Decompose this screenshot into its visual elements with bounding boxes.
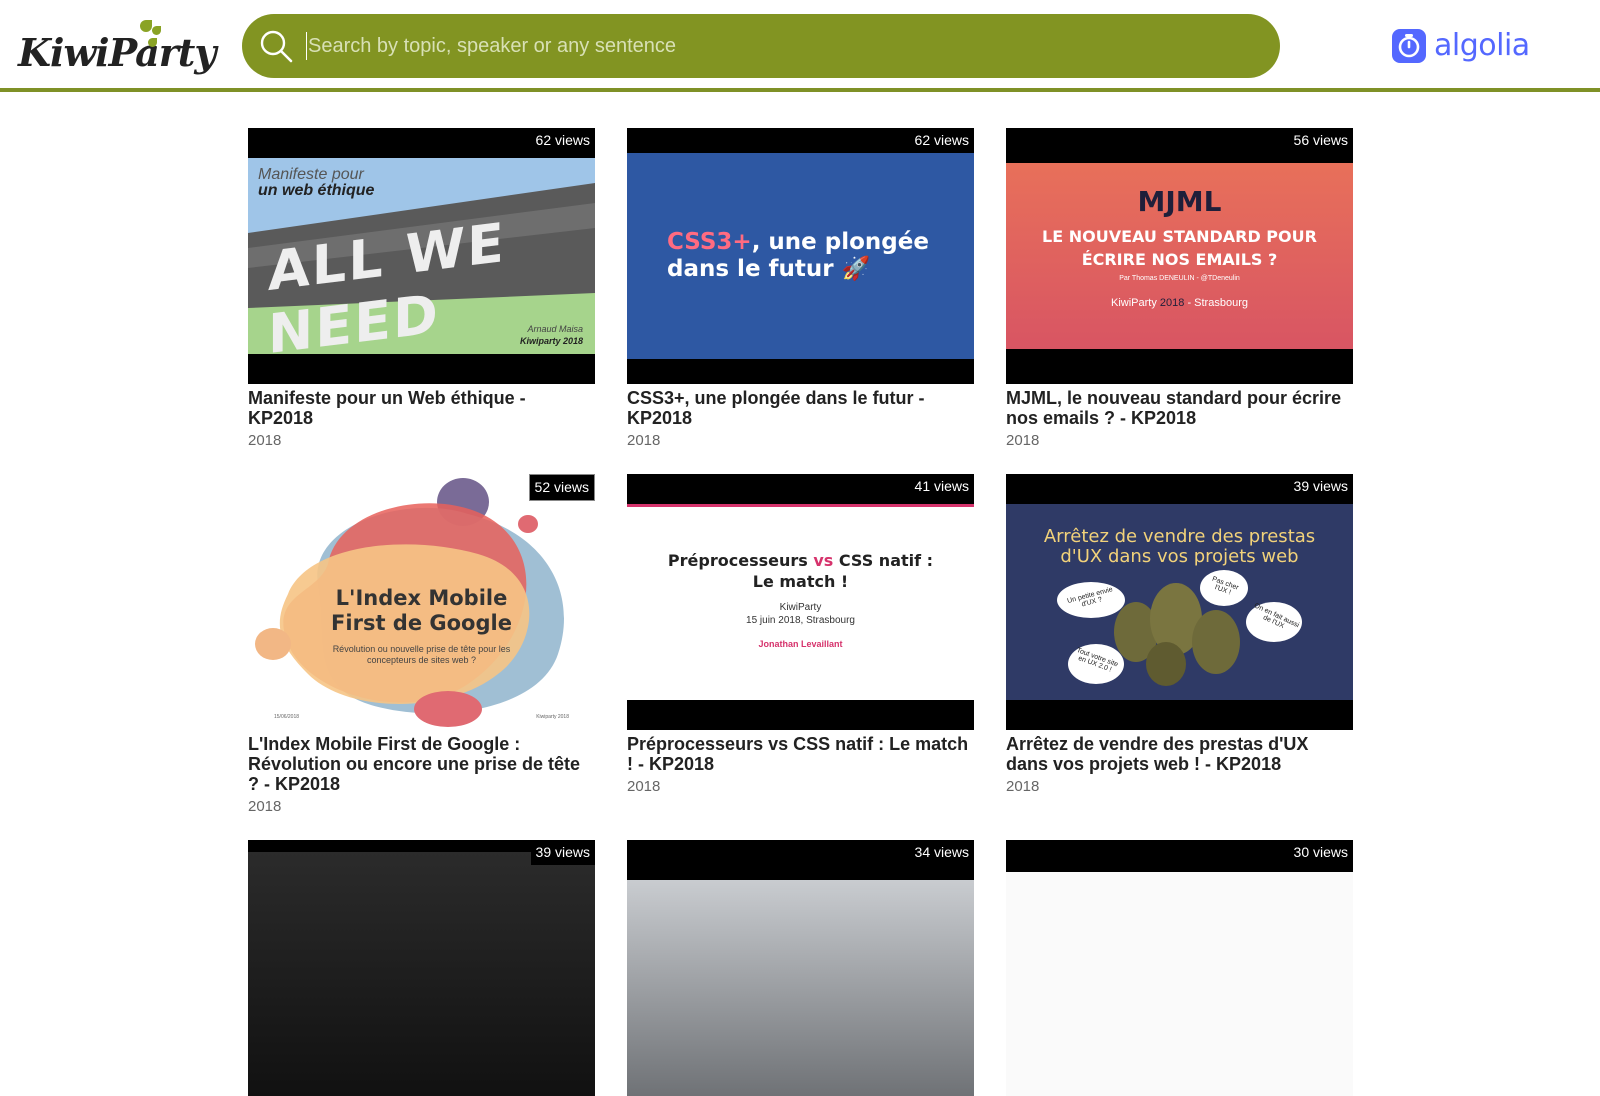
slide-event-city: - Strasbourg xyxy=(1184,297,1248,309)
slide-sub2: concepteurs de sites web ? xyxy=(366,655,477,665)
slide-preview xyxy=(627,880,974,1096)
slide-event: Kiwiparty 2018 xyxy=(536,714,569,720)
view-count: 62 views xyxy=(530,128,595,153)
slide-part-a: Préprocesseurs xyxy=(667,551,814,570)
video-title[interactable]: Manifeste pour un Web éthique - KP2018 xyxy=(248,388,595,428)
video-thumbnail[interactable]: 52 views L'Index Mobile First de Google … xyxy=(248,474,595,730)
slide-event: Kiwiparty 2018 xyxy=(519,336,583,346)
slide-preview xyxy=(248,852,595,1096)
view-count: 39 views xyxy=(1288,474,1353,499)
slide-line1: L'Index Mobile xyxy=(335,586,508,610)
video-thumbnail[interactable]: 56 views MJML LE NOUVEAU STANDARD POUR É… xyxy=(1006,128,1353,384)
video-title[interactable]: MJML, le nouveau standard pour écrire no… xyxy=(1006,388,1353,428)
slide-preview: Manifeste pour un web éthique ALL WE NEE… xyxy=(248,158,595,354)
slide-event-name: KiwiParty xyxy=(1111,297,1160,309)
slide-sub2: ÉCRIRE NOS EMAILS ? xyxy=(1081,250,1278,269)
slide-date: 15 juin 2018, Strasbourg xyxy=(746,615,855,626)
slide-sub1: LE NOUVEAU STANDARD POUR xyxy=(1042,227,1317,246)
slide-part-b: CSS natif : xyxy=(833,551,934,570)
search-icon[interactable] xyxy=(258,28,294,64)
video-year: 2018 xyxy=(248,432,282,449)
video-year: 2018 xyxy=(627,778,661,795)
view-count: 52 views xyxy=(528,474,595,501)
slide-preview: CSS3+, une plongée dans le futur 🚀 xyxy=(627,153,974,359)
slide-author: Jonathan Levaillant xyxy=(758,639,843,649)
algolia-stopwatch-icon xyxy=(1392,29,1426,63)
slide-by: Par Thomas DENEULIN - @TDeneulin xyxy=(1119,275,1240,282)
search-bar[interactable] xyxy=(242,14,1280,78)
video-year: 2018 xyxy=(248,798,282,815)
kiwi-characters-illustration xyxy=(1057,570,1302,686)
video-year: 2018 xyxy=(1006,432,1040,449)
slide-title-line2: dans le futur 🚀 xyxy=(667,256,871,282)
algolia-brand[interactable]: algolia xyxy=(1392,29,1530,63)
view-count: 56 views xyxy=(1288,128,1353,153)
slide-preview: Arrêtez de vendre des prestas d'UX dans … xyxy=(1006,504,1353,700)
video-thumbnail[interactable]: 39 views xyxy=(248,840,595,1096)
algolia-wordmark: algolia xyxy=(1434,28,1530,63)
video-thumbnail[interactable]: 62 views Manifeste pour un web éthique A… xyxy=(248,128,595,384)
search-input[interactable] xyxy=(306,14,1236,78)
video-title[interactable]: L'Index Mobile First de Google : Révolut… xyxy=(248,734,595,794)
slide-event: KiwiParty xyxy=(779,602,822,613)
slide-highlight: CSS3+ xyxy=(667,229,752,255)
slide-author: Arnaud Maisa xyxy=(527,324,583,334)
slide-preview: Préprocesseurs vs CSS natif : Le match !… xyxy=(627,504,974,700)
leaf-icon xyxy=(140,20,152,32)
video-year: 2018 xyxy=(1006,778,1040,795)
slide-date: 15/06/2018 xyxy=(274,714,300,720)
slide-title-line1: CSS3+, une plongée xyxy=(667,229,929,255)
slide-line2: First de Google xyxy=(331,611,512,635)
video-title[interactable]: Arrêtez de vendre des prestas d'UX dans … xyxy=(1006,734,1353,774)
top-header: KiwiParty algolia xyxy=(0,0,1600,92)
slide-title-line1: Préprocesseurs vs CSS natif : xyxy=(627,551,974,570)
leaf-icon xyxy=(152,26,161,35)
video-year: 2018 xyxy=(627,432,661,449)
view-count: 39 views xyxy=(530,840,595,865)
logo-text: KiwiParty xyxy=(18,30,216,75)
video-thumbnail[interactable]: 41 views Préprocesseurs vs CSS natif : L… xyxy=(627,474,974,730)
slide-preview xyxy=(1006,872,1353,1096)
video-thumbnail[interactable]: 62 views CSS3+, une plongée dans le futu… xyxy=(627,128,974,384)
slide-event-year: 2018 xyxy=(1159,297,1185,309)
slide-sub1: Révolution ou nouvelle prise de tête pou… xyxy=(332,644,511,654)
leaf-icon xyxy=(148,38,157,47)
view-count: 30 views xyxy=(1288,840,1353,865)
video-thumbnail[interactable]: 39 views Arrêtez de vendre des prestas d… xyxy=(1006,474,1353,730)
slide-preview: MJML LE NOUVEAU STANDARD POUR ÉCRIRE NOS… xyxy=(1006,163,1353,349)
video-thumbnail[interactable]: 34 views xyxy=(627,840,974,1096)
view-count: 34 views xyxy=(909,840,974,865)
view-count: 41 views xyxy=(909,474,974,499)
view-count: 62 views xyxy=(909,128,974,153)
slide-title-line2: Le match ! xyxy=(752,572,849,591)
slide-vs: vs xyxy=(813,551,834,570)
slide-rest: , une plongée xyxy=(751,229,929,255)
video-thumbnail[interactable]: 30 views xyxy=(1006,840,1353,1096)
video-title[interactable]: CSS3+, une plongée dans le futur - KP201… xyxy=(627,388,974,428)
video-title[interactable]: Préprocesseurs vs CSS natif : Le match !… xyxy=(627,734,974,774)
slide-head: MJML xyxy=(1137,185,1222,218)
slide-event: KiwiParty 2018 - Strasbourg xyxy=(1006,297,1353,309)
kiwiparty-logo[interactable]: KiwiParty xyxy=(18,14,216,78)
